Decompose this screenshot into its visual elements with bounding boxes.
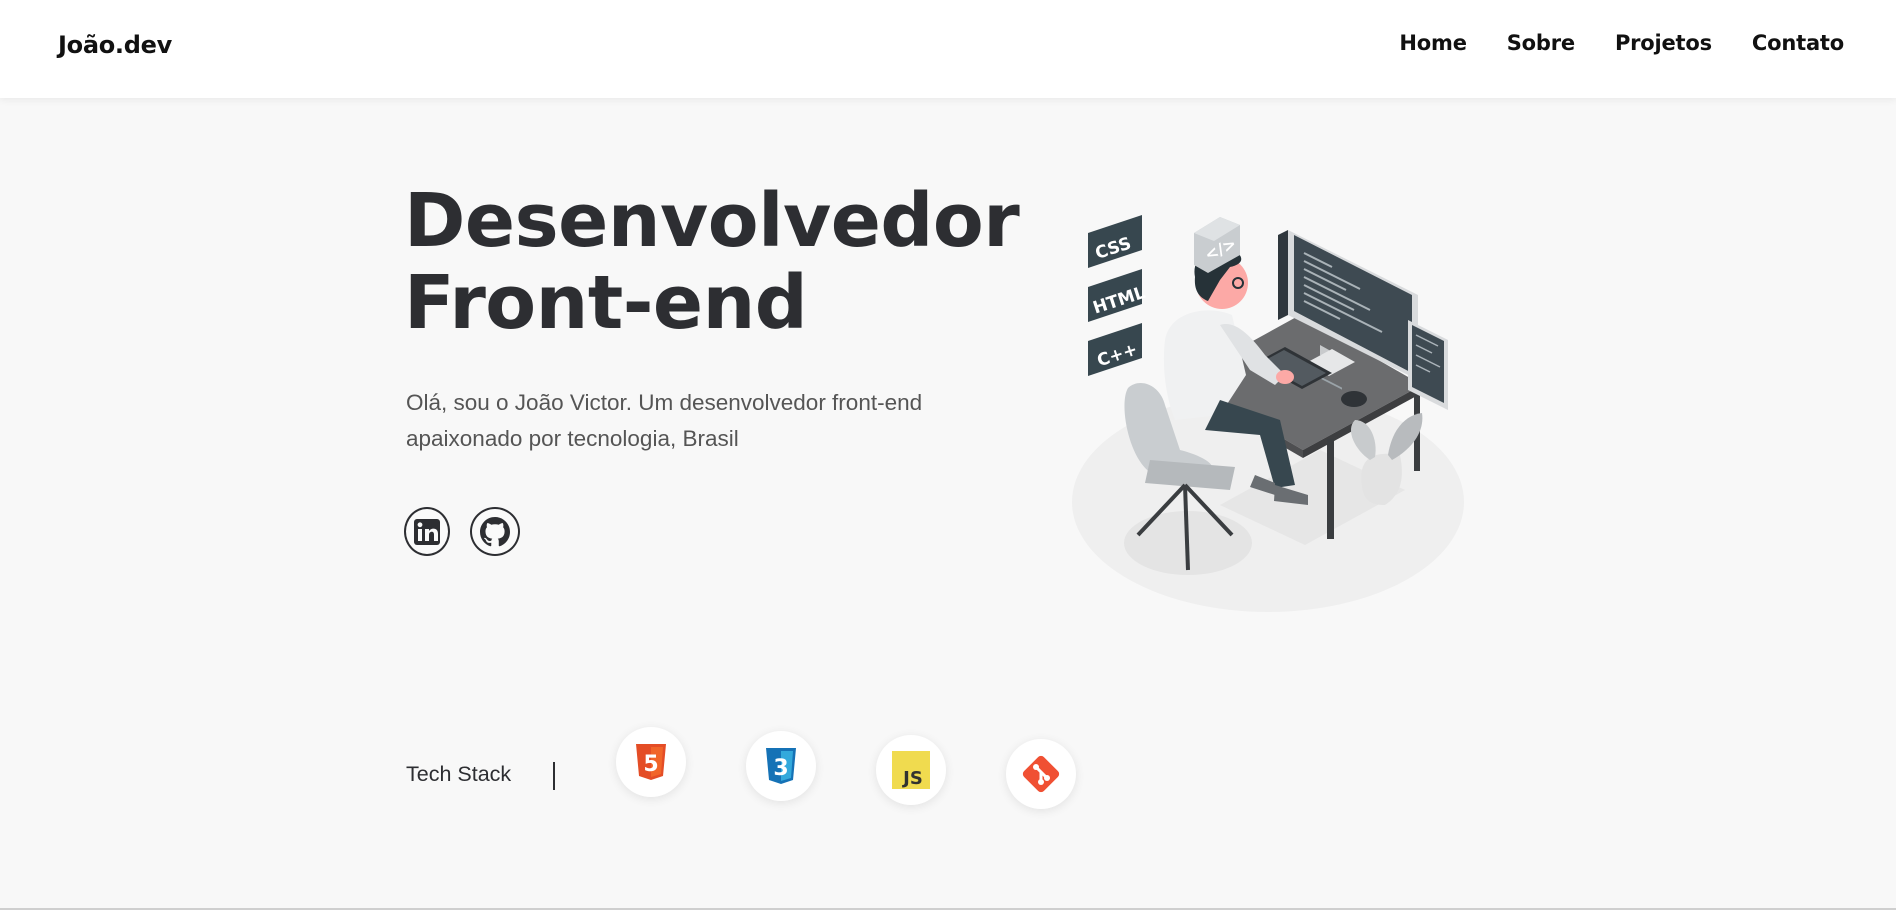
linkedin-link[interactable]: [404, 507, 450, 556]
tech-icon-html5: 5: [616, 727, 686, 797]
css3-icon-glyph: 3: [773, 756, 788, 781]
nav-link-contato[interactable]: Contato: [1752, 31, 1844, 55]
tech-icon-css3: 3: [746, 731, 816, 801]
tech-icon-javascript: JS: [876, 735, 946, 805]
hero-description: Olá, sou o João Victor. Um desenvolvedor…: [406, 390, 923, 451]
nav-link-sobre[interactable]: Sobre: [1507, 31, 1575, 55]
git-icon: [1022, 755, 1060, 793]
github-link[interactable]: [470, 507, 520, 556]
linkedin-icon: [414, 518, 440, 545]
hero-title: Desenvolvedor Front-end: [404, 178, 1020, 346]
nav-link-projetos[interactable]: Projetos: [1615, 31, 1712, 55]
tech-icon-git: [1006, 739, 1076, 809]
site-logo[interactable]: João.dev: [58, 31, 172, 59]
javascript-icon-glyph: JS: [901, 768, 923, 789]
html5-icon: 5: [636, 744, 666, 780]
html5-icon-glyph: 5: [643, 752, 658, 777]
navbar: João.dev Home Sobre Projetos Contato: [0, 0, 1896, 98]
tech-stack-divider: [553, 762, 555, 790]
tech-stack-label: Tech Stack: [406, 762, 512, 786]
javascript-icon: JS: [892, 751, 930, 789]
nav-links: Home Sobre Projetos Contato: [1399, 31, 1844, 55]
css3-icon: 3: [766, 748, 796, 784]
developer-illustration: CSS HTML C++ </>: [1072, 215, 1464, 612]
github-icon: [480, 516, 510, 546]
nav-link-home[interactable]: Home: [1399, 31, 1467, 55]
